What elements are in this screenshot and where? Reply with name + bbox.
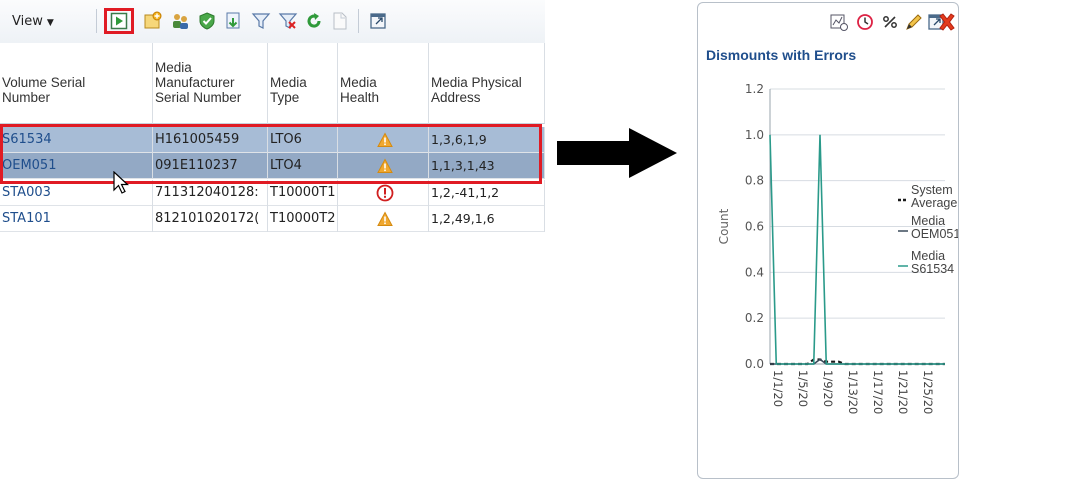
export-icon xyxy=(226,12,240,29)
x-tick-label: 1/13/20 xyxy=(846,370,860,414)
users-icon xyxy=(173,14,188,29)
column-header-label: Media Manufacturer Serial Number xyxy=(155,60,242,105)
y-tick-label: 0.0 xyxy=(745,357,764,371)
legend-label: Average xyxy=(911,196,957,210)
right-arrow-icon xyxy=(557,128,677,178)
y-tick-label: 0.6 xyxy=(745,220,764,234)
document-icon xyxy=(333,12,347,30)
x-tick-label: 1/25/20 xyxy=(921,370,935,414)
detach-button-highlight xyxy=(104,8,134,34)
line-chart: 0.0 0.2 0.4 0.6 0.8 1.0 1.2 Count 1/1/20 1/5/20 1/… xyxy=(717,82,958,414)
table-row[interactable]: STA101 812101020172( T10000T2 1,2,49,1,6 xyxy=(0,206,545,232)
view-menu-label: View xyxy=(12,14,43,29)
chevron-down-icon: ▼ xyxy=(46,18,54,28)
column-header-label: Media Health xyxy=(340,75,380,105)
legend-label: Media xyxy=(911,249,945,263)
filter-button[interactable] xyxy=(249,9,273,33)
users-button[interactable] xyxy=(168,9,192,33)
x-tick-label: 1/17/20 xyxy=(871,370,885,414)
error-icon xyxy=(376,184,394,201)
manufacturer-serial-cell: 812101020172( xyxy=(153,206,268,232)
table-toolbar: View ▼ xyxy=(0,0,545,44)
column-header-physical-address[interactable]: Media Physical Address xyxy=(429,43,545,124)
refresh-icon xyxy=(307,13,321,28)
maximize-icon xyxy=(370,13,386,29)
y-tick-label: 0.4 xyxy=(745,265,764,279)
chart-panel: Dismounts with Errors 0.0 0.2 0.4 0.6 0.8 1.0… xyxy=(697,2,959,479)
column-header-media-type[interactable]: Media Type xyxy=(268,43,338,124)
selected-rows-highlight xyxy=(0,124,542,184)
column-header-label: Media Physical Address xyxy=(431,75,522,105)
volume-serial-link[interactable]: STA101 xyxy=(0,206,153,232)
column-header-label: Volume Serial Number xyxy=(2,75,86,105)
y-tick-label: 0.2 xyxy=(745,311,764,325)
media-table-panel: View ▼ Volume Serial Number Media Manufa… xyxy=(0,0,545,240)
add-button[interactable] xyxy=(141,9,165,33)
y-tick-label: 0.8 xyxy=(745,174,764,188)
legend-label: System xyxy=(911,183,953,197)
toolbar-separator xyxy=(96,9,97,33)
document-button[interactable] xyxy=(328,9,352,33)
media-health-cell xyxy=(338,206,429,232)
toolbar-separator xyxy=(358,9,359,33)
clear-filter-icon xyxy=(278,13,298,29)
column-header-label: Media Type xyxy=(270,75,307,105)
legend-label: S61534 xyxy=(911,262,954,276)
column-header-media-health[interactable]: Media Health xyxy=(338,43,429,124)
media-type-cell: T10000T2 xyxy=(268,206,338,232)
refresh-button[interactable] xyxy=(302,9,326,33)
clear-filter-button[interactable] xyxy=(276,9,300,33)
warning-icon xyxy=(377,210,393,226)
x-tick-label: 1/9/20 xyxy=(821,370,835,407)
legend-label: OEM051 xyxy=(911,227,958,241)
filter-icon xyxy=(251,13,271,29)
x-tick-label: 1/21/20 xyxy=(896,370,910,414)
legend-label: Media xyxy=(911,214,945,228)
mouse-pointer-icon xyxy=(113,171,130,194)
column-header-manufacturer-serial[interactable]: Media Manufacturer Serial Number xyxy=(153,43,268,124)
x-tick-label: 1/5/20 xyxy=(796,370,810,407)
check-shield-button[interactable] xyxy=(195,9,219,33)
add-icon xyxy=(144,11,162,29)
view-menu[interactable]: View ▼ xyxy=(12,14,54,29)
check-shield-icon xyxy=(199,12,215,30)
physical-address-cell: 1,2,49,1,6 xyxy=(429,206,545,232)
maximize-button[interactable] xyxy=(366,9,390,33)
y-tick-label: 1.2 xyxy=(745,82,764,96)
y-axis-label: Count xyxy=(717,208,731,244)
export-button[interactable] xyxy=(222,9,246,33)
x-tick-label: 1/1/20 xyxy=(771,370,785,407)
column-header-volume-serial[interactable]: Volume Serial Number xyxy=(0,43,153,124)
y-tick-label: 1.0 xyxy=(745,128,764,142)
